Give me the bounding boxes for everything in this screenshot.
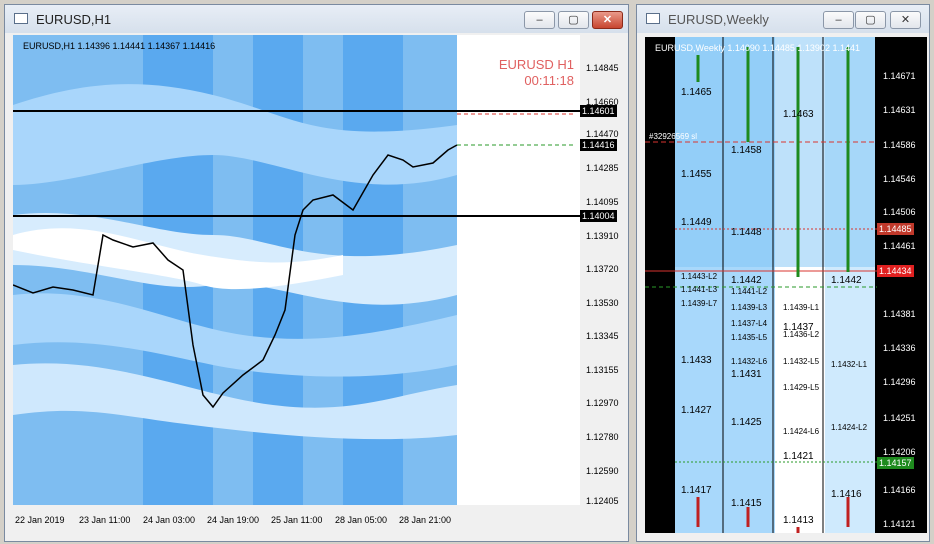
price-axis: 1.14845 1.14660 1.14601 1.14470 1.14416 … xyxy=(580,35,626,506)
price-tick: 1.14631 xyxy=(883,105,916,115)
weekly-chart[interactable]: EURUSD,Weekly 1.14090 1.14485 1.13902 1.… xyxy=(645,37,877,533)
chart-canvas xyxy=(13,35,580,505)
minimize-button[interactable]: – xyxy=(823,11,854,29)
close-button[interactable]: ✕ xyxy=(592,11,623,29)
titlebar[interactable]: EURUSD,H1 – ▢ ✕ xyxy=(5,5,628,33)
time-tick: 28 Jan 05:00 xyxy=(335,515,388,525)
chart-header: EURUSD,Weekly 1.14090 1.14485 1.13902 1.… xyxy=(655,43,860,53)
col1-label: 1.1449 xyxy=(681,217,712,228)
price-tick: 1.12590 xyxy=(586,466,619,476)
col1-label: 1.1465 xyxy=(681,87,712,98)
time-tick: 24 Jan 03:00 xyxy=(143,515,196,525)
col4-label: 1.1442 xyxy=(831,275,862,286)
time-tick: 25 Jan 11:00 xyxy=(271,515,323,525)
price-chart[interactable]: EURUSD,H1 1.14396 1.14441 1.14367 1.1441… xyxy=(13,35,580,505)
price-tick: 1.14166 xyxy=(883,485,916,495)
price-tick: 1.13530 xyxy=(586,298,619,308)
col2-label: 1.1442 xyxy=(731,275,762,286)
minimize-button[interactable]: – xyxy=(524,11,555,29)
price-tick: 1.14586 xyxy=(883,140,916,150)
price-tick: 1.14095 xyxy=(586,197,619,207)
col2-label: 1.1441-L2 xyxy=(731,287,768,296)
level-lower-label: 1.14004 xyxy=(580,210,617,222)
col1-label: 1.1455 xyxy=(681,169,712,180)
price-tick: 1.14845 xyxy=(586,63,619,73)
weekly-price-axis: 1.14671 1.14631 1.14586 1.14546 1.14506 … xyxy=(877,37,927,533)
price-tick: 1.14285 xyxy=(586,163,619,173)
chart-header: EURUSD,H1 1.14396 1.14441 1.14367 1.1441… xyxy=(23,41,216,51)
window-title: EURUSD,Weekly xyxy=(668,12,769,27)
titlebar[interactable]: EURUSD,Weekly – ▢ ✕ xyxy=(637,5,929,33)
price-tick: 1.13720 xyxy=(586,264,619,274)
price-tick: 1.14470 xyxy=(586,129,619,139)
level-upper-label: 1.14601 xyxy=(580,105,617,117)
col1-label: 1.1443-L2 xyxy=(681,272,718,281)
time-tick: 22 Jan 2019 xyxy=(15,515,65,525)
col3-label: 1.1413 xyxy=(783,515,814,526)
col1-label: 1.1427 xyxy=(681,405,712,416)
col1-label: 1.1433 xyxy=(681,355,712,366)
col2-label: 1.1448 xyxy=(731,227,762,238)
col3-label: 1.1429-L5 xyxy=(783,383,820,392)
price-tick: 1.13155 xyxy=(586,365,619,375)
price-tick: 1.14206 xyxy=(883,447,916,457)
order-label: #32926569 sl xyxy=(649,132,698,141)
col2-label: 1.1439-L3 xyxy=(731,303,768,312)
price-tick: 1.14671 xyxy=(883,71,916,81)
col2-label: 1.1458 xyxy=(731,145,762,156)
col2-label: 1.1435-L5 xyxy=(731,333,768,342)
red-price-label: 1.14434 xyxy=(877,265,914,277)
price-tick: 1.14381 xyxy=(883,309,916,319)
price-tick: 1.14296 xyxy=(883,377,916,387)
time-tick: 28 Jan 21:00 xyxy=(399,515,452,525)
restore-button[interactable]: ▢ xyxy=(855,11,886,29)
col3-label: 1.1439-L1 xyxy=(783,303,820,312)
window-title: EURUSD,H1 xyxy=(36,12,112,27)
overlay-symbol: EURUSD H1 xyxy=(498,57,574,72)
time-axis: 22 Jan 2019 23 Jan 11:00 24 Jan 03:00 24… xyxy=(13,511,580,531)
price-tick: 1.12780 xyxy=(586,432,619,442)
price-tick: 1.12970 xyxy=(586,398,619,408)
red-price-label: 1.14485 xyxy=(877,223,914,235)
current-price-label: 1.14416 xyxy=(580,139,617,151)
col2-label: 1.1437-L4 xyxy=(731,319,768,328)
col2-label: 1.1432-L6 xyxy=(731,357,768,366)
time-tick: 23 Jan 11:00 xyxy=(79,515,131,525)
col2-label: 1.1425 xyxy=(731,417,762,428)
col1-label: 1.1441-L3 xyxy=(681,285,718,294)
overlay-timer: 00:11:18 xyxy=(524,73,574,88)
col4-label: 1.1416 xyxy=(831,489,862,500)
col4-label: 1.1424-L2 xyxy=(831,423,868,432)
price-tick: 1.13910 xyxy=(586,231,619,241)
price-tick: 1.14251 xyxy=(883,413,916,423)
price-tick: 1.14121 xyxy=(883,519,916,529)
col2-label: 1.1415 xyxy=(731,498,762,509)
restore-button[interactable]: ▢ xyxy=(558,11,589,29)
col3-label: 1.1421 xyxy=(783,451,814,462)
price-tick: 1.14546 xyxy=(883,174,916,184)
price-tick: 1.12405 xyxy=(586,496,619,506)
col1-label: 1.1417 xyxy=(681,485,712,496)
price-tick: 1.13345 xyxy=(586,331,619,341)
chart-window-eurusd-h1[interactable]: EURUSD,H1 – ▢ ✕ EURUSD,H1 1.14396 1.1444 xyxy=(4,4,629,542)
col2-label: 1.1431 xyxy=(731,369,762,380)
chart-window-eurusd-weekly[interactable]: EURUSD,Weekly – ▢ ✕ EURUSD,Weekly 1.1409… xyxy=(636,4,930,542)
close-button[interactable]: ✕ xyxy=(890,11,921,29)
price-tick: 1.14506 xyxy=(883,207,916,217)
col2-label: 1.1463 xyxy=(783,109,814,120)
col3-label: 1.1424-L6 xyxy=(783,427,820,436)
chart-window-icon xyxy=(14,13,28,24)
green-price-label: 1.14157 xyxy=(877,457,914,469)
col3-label: 1.1436-L2 xyxy=(783,330,820,339)
price-tick: 1.14461 xyxy=(883,241,916,251)
col3-label: 1.1432-L5 xyxy=(783,357,820,366)
price-tick: 1.14336 xyxy=(883,343,916,353)
chart-window-icon xyxy=(646,13,660,24)
col4-label: 1.1432-L1 xyxy=(831,360,868,369)
time-tick: 24 Jan 19:00 xyxy=(207,515,260,525)
col1-label: 1.1439-L7 xyxy=(681,299,718,308)
